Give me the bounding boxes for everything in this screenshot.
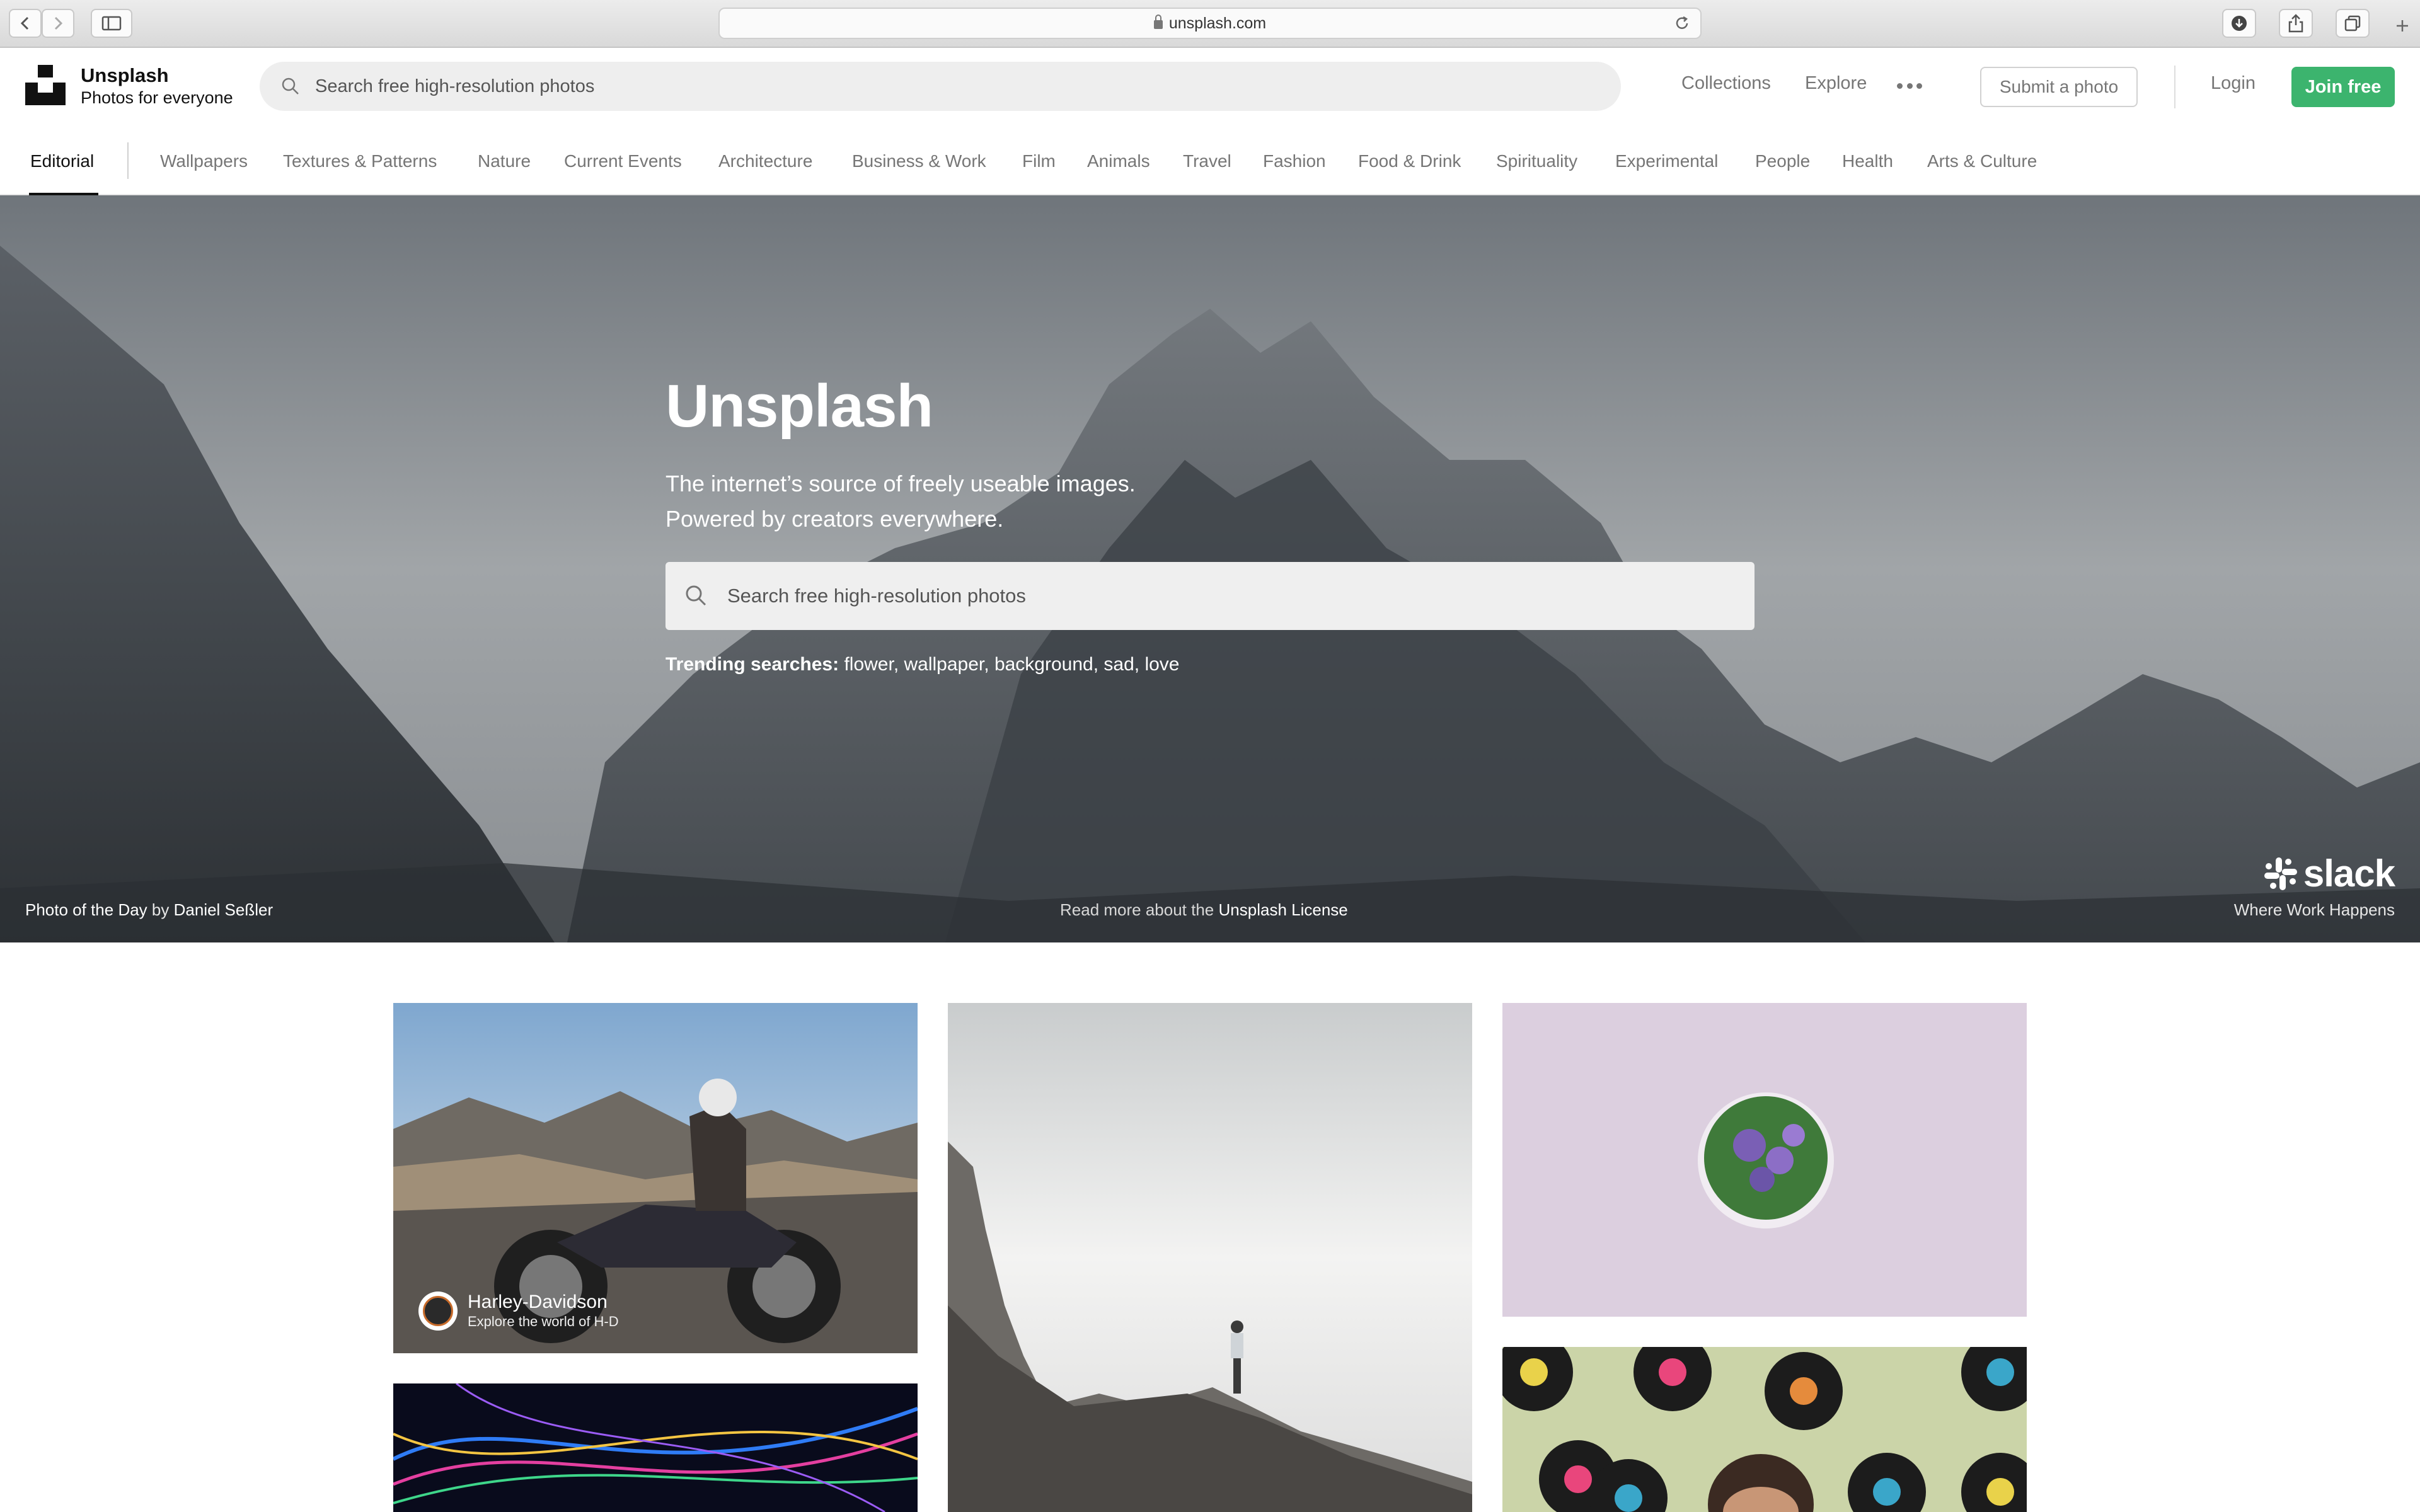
- trending-link-wallpaper[interactable]: wallpaper: [904, 654, 984, 675]
- more-icon[interactable]: [1897, 83, 1922, 89]
- light-trails-photo: [393, 1383, 918, 1512]
- hero-search-placeholder: Search free high-resolution photos: [727, 585, 1026, 607]
- lock-icon: [1153, 14, 1163, 29]
- trending-link-sad[interactable]: sad: [1103, 654, 1134, 675]
- tab-business-work[interactable]: Business & Work: [852, 151, 986, 171]
- tabs-icon[interactable]: [2336, 9, 2370, 38]
- browser-toolbar: unsplash.com: [0, 0, 2420, 48]
- photo-tile-motorcycle[interactable]: Harley-Davidson Explore the world of H-D: [393, 1003, 918, 1353]
- collections-link[interactable]: Collections: [1681, 73, 1771, 94]
- header-search-placeholder: Search free high-resolution photos: [315, 76, 595, 96]
- tab-spirituality[interactable]: Spirituality: [1496, 151, 1577, 171]
- tab-food-drink[interactable]: Food & Drink: [1358, 151, 1461, 171]
- photo-of-the-day-link[interactable]: Photo of the Day: [25, 900, 147, 919]
- tab-travel[interactable]: Travel: [1183, 151, 1231, 171]
- hero-content: Unsplash The internet’s source of freely…: [666, 372, 1756, 675]
- tab-architecture[interactable]: Architecture: [718, 151, 812, 171]
- address-bar[interactable]: unsplash.com: [718, 8, 1702, 39]
- license-prefix: Read more about the: [1060, 900, 1214, 919]
- tab-health[interactable]: Health: [1842, 151, 1893, 171]
- reload-icon[interactable]: [1674, 15, 1690, 32]
- tab-current-events[interactable]: Current Events: [564, 151, 682, 171]
- slack-logo: slack: [2234, 852, 2395, 895]
- search-icon: [282, 77, 299, 94]
- trending-searches: Trending searches: flower, wallpaper, ba…: [666, 654, 1180, 675]
- photo-tile-records[interactable]: [1502, 1347, 2027, 1512]
- search-icon: [686, 585, 706, 606]
- photo-tile-hiker[interactable]: [948, 1003, 1472, 1512]
- new-tab-icon[interactable]: [2390, 11, 2415, 40]
- sponsor[interactable]: slack Where Work Happens: [2234, 852, 2395, 920]
- records-photo: [1502, 1347, 2027, 1512]
- hero-tagline: The internet’s source of freely useable …: [666, 466, 1756, 537]
- author-subtitle: Explore the world of H-D: [468, 1314, 619, 1329]
- hero-tagline-line-2: Powered by creators everywhere.: [666, 506, 1004, 532]
- license-note: Read more about the Unsplash License: [1060, 900, 1348, 920]
- tab-textures-patterns[interactable]: Textures & Patterns: [283, 151, 437, 171]
- credit-by: by: [151, 900, 170, 919]
- tab-experimental[interactable]: Experimental: [1615, 151, 1718, 171]
- unsplash-logo-icon[interactable]: [25, 65, 66, 105]
- tab-film[interactable]: Film: [1022, 151, 1056, 171]
- author-name: Harley-Davidson: [468, 1292, 608, 1312]
- hero-banner: Unsplash The internet’s source of freely…: [0, 195, 2420, 942]
- tab-wallpapers[interactable]: Wallpapers: [160, 151, 248, 171]
- photo-author[interactable]: Harley-Davidson Explore the world of H-D: [418, 1292, 619, 1331]
- brand-subtitle: Photos for everyone: [81, 88, 233, 107]
- photo-credit: Photo of the Day by Daniel Seßler: [25, 900, 273, 920]
- sponsor-name: slack: [2303, 852, 2395, 895]
- trending-link-flower[interactable]: flower: [844, 654, 893, 675]
- category-nav: Editorial Wallpapers Textures & Patterns…: [0, 125, 2420, 195]
- slack-icon: [2264, 857, 2297, 890]
- hiker-photo: [948, 1003, 1472, 1512]
- login-link[interactable]: Login: [2211, 73, 2256, 94]
- join-free-button[interactable]: Join free: [2291, 67, 2395, 107]
- submit-photo-button[interactable]: Submit a photo: [1980, 67, 2138, 107]
- hero-title: Unsplash: [666, 372, 933, 440]
- photo-tile-flower[interactable]: [1502, 1003, 2027, 1317]
- trending-link-love[interactable]: love: [1144, 654, 1179, 675]
- photographer-link[interactable]: Daniel Seßler: [174, 900, 274, 919]
- tab-arts-culture[interactable]: Arts & Culture: [1927, 151, 2037, 171]
- brand-title: Unsplash: [81, 64, 169, 86]
- brand[interactable]: Unsplash Photos for everyone: [81, 64, 233, 108]
- tab-people[interactable]: People: [1755, 151, 1810, 171]
- hero-tagline-line-1: The internet’s source of freely useable …: [666, 471, 1136, 496]
- flower-photo: [1502, 1003, 2027, 1317]
- photo-grid: Harley-Davidson Explore the world of H-D: [0, 942, 2420, 1512]
- tab-editorial[interactable]: Editorial: [30, 151, 94, 171]
- download-icon[interactable]: [2222, 9, 2256, 38]
- back-icon[interactable]: [9, 9, 42, 38]
- sidebar-icon[interactable]: [91, 9, 132, 38]
- trending-label: Trending searches:: [666, 654, 839, 675]
- forward-icon[interactable]: [42, 9, 74, 38]
- sponsor-tagline: Where Work Happens: [2233, 900, 2395, 919]
- tab-animals[interactable]: Animals: [1087, 151, 1150, 171]
- license-link[interactable]: Unsplash License: [1219, 900, 1348, 919]
- header-search-input[interactable]: Search free high-resolution photos: [260, 62, 1621, 111]
- category-divider: [127, 142, 129, 179]
- hero-search-input[interactable]: Search free high-resolution photos: [666, 562, 1754, 630]
- tab-nature[interactable]: Nature: [478, 151, 531, 171]
- url-text: unsplash.com: [1168, 14, 1267, 32]
- explore-link[interactable]: Explore: [1805, 73, 1867, 94]
- photo-tile-light-trails[interactable]: [393, 1383, 918, 1512]
- trending-link-background[interactable]: background: [994, 654, 1093, 675]
- author-avatar: [418, 1292, 458, 1331]
- share-icon[interactable]: [2279, 9, 2313, 38]
- header-divider: [2174, 66, 2175, 108]
- site-header: Unsplash Photos for everyone Search free…: [0, 49, 2420, 125]
- tab-fashion[interactable]: Fashion: [1263, 151, 1326, 171]
